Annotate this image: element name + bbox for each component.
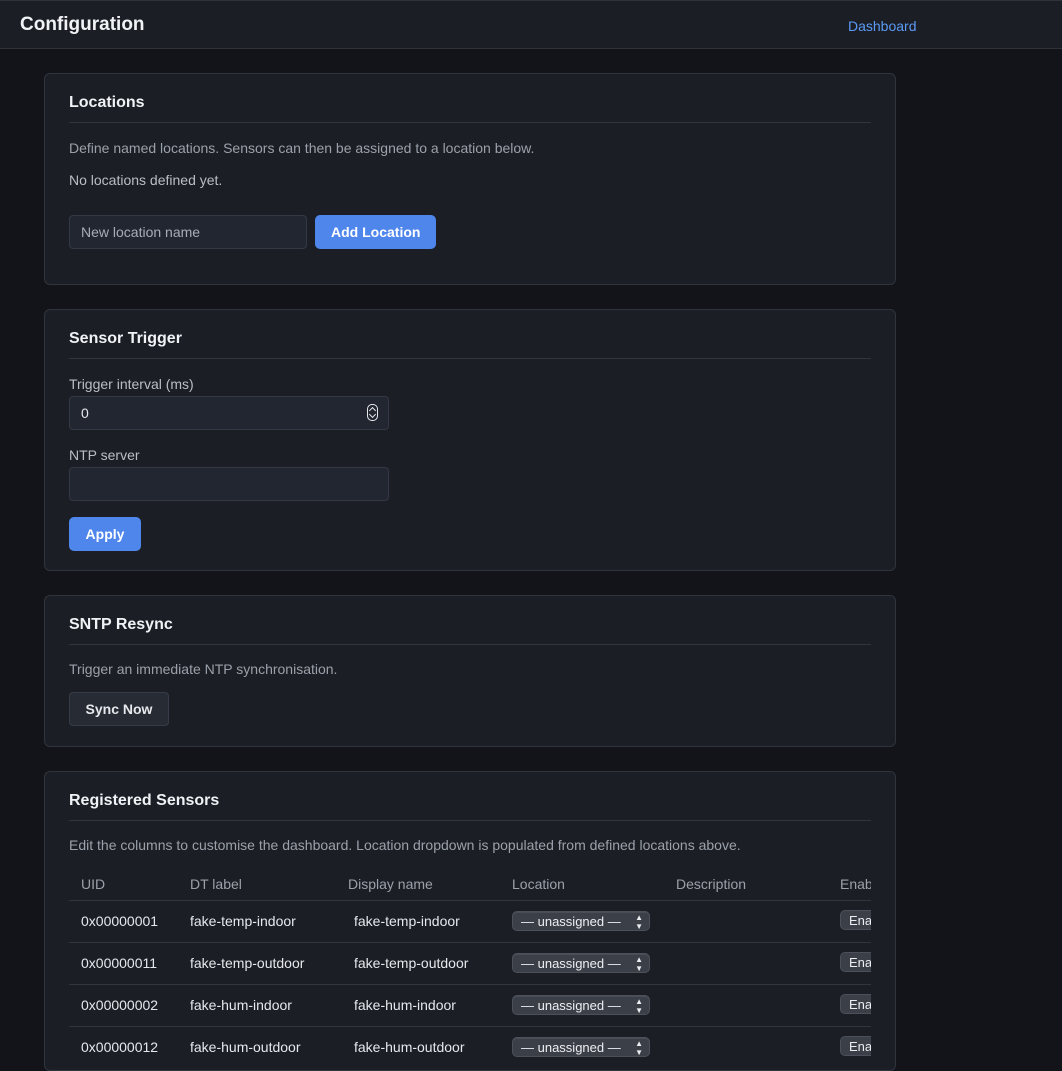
sensor-trigger-card: Sensor Trigger Trigger interval (ms) NTP…: [44, 309, 896, 571]
column-header-location: Location: [500, 868, 664, 901]
number-stepper-icon[interactable]: [367, 404, 378, 421]
apply-button[interactable]: Apply: [69, 517, 141, 551]
trigger-interval-label: Trigger interval (ms): [69, 376, 194, 392]
divider: [69, 358, 871, 359]
sensors-description: Edit the columns to customise the dashbo…: [69, 837, 741, 853]
divider: [69, 644, 871, 645]
location-cell: — unassigned — ▲ ▼: [500, 942, 664, 985]
enable-cell: Ena: [828, 984, 871, 1027]
description-cell[interactable]: [664, 900, 828, 943]
display-name-cell[interactable]: fake-hum-outdoor: [336, 1026, 500, 1068]
location-select[interactable]: — unassigned — ▲ ▼: [512, 953, 650, 973]
uid-cell: 0x00000001: [69, 900, 178, 943]
select-arrows-icon: ▲ ▼: [635, 955, 643, 973]
registered-sensors-card: Registered Sensors Edit the columns to c…: [44, 771, 896, 1071]
locations-empty-text: No locations defined yet.: [69, 172, 223, 188]
sync-now-button[interactable]: Sync Now: [69, 692, 169, 726]
column-header-display-name: Display name: [336, 868, 500, 901]
display-name-value: fake-hum-indoor: [354, 997, 456, 1013]
table-row: 0x00000012 fake-hum-outdoor fake-hum-out…: [69, 1026, 871, 1068]
dt-label-cell: fake-hum-outdoor: [178, 1026, 336, 1068]
location-select-value: — unassigned —: [521, 914, 621, 929]
uid-cell: 0x00000011: [69, 942, 178, 985]
dt-label-cell: fake-hum-indoor: [178, 984, 336, 1027]
sntp-title: SNTP Resync: [69, 616, 173, 633]
uid-cell: 0x00000002: [69, 984, 178, 1027]
dt-label-cell: fake-temp-indoor: [178, 900, 336, 943]
ntp-server-input[interactable]: [69, 467, 389, 501]
locations-card: Locations Define named locations. Sensor…: [44, 73, 896, 285]
location-cell: — unassigned — ▲ ▼: [500, 1026, 664, 1068]
column-header-dt-label: DT label: [178, 868, 336, 901]
location-select-value: — unassigned —: [521, 956, 621, 971]
location-select-value: — unassigned —: [521, 1040, 621, 1055]
location-select-value: — unassigned —: [521, 998, 621, 1013]
trigger-interval-input[interactable]: [69, 396, 389, 430]
table-header-row: UID DT label Display name Location Descr…: [69, 868, 871, 901]
column-header-enable: Enab: [828, 868, 871, 901]
divider: [69, 122, 871, 123]
table-row: 0x00000011 fake-temp-outdoor fake-temp-o…: [69, 942, 871, 985]
display-name-value: fake-hum-outdoor: [354, 1039, 465, 1055]
uid-cell: 0x00000012: [69, 1026, 178, 1068]
display-name-value: fake-temp-outdoor: [354, 955, 469, 971]
select-arrows-icon: ▲ ▼: [635, 1039, 643, 1057]
trigger-interval-field-wrap: [69, 396, 389, 430]
location-cell: — unassigned — ▲ ▼: [500, 900, 664, 943]
table-row: 0x00000001 fake-temp-indoor fake-temp-in…: [69, 900, 871, 943]
divider: [69, 820, 871, 821]
display-name-cell[interactable]: fake-hum-indoor: [336, 984, 500, 1027]
enable-button[interactable]: Ena: [840, 951, 871, 972]
dt-label-cell: fake-temp-outdoor: [178, 942, 336, 985]
select-arrows-icon: ▲ ▼: [635, 997, 643, 1015]
sntp-description: Trigger an immediate NTP synchronisation…: [69, 661, 338, 677]
description-cell[interactable]: [664, 984, 828, 1027]
enable-cell: Ena: [828, 1026, 871, 1068]
page-title: Configuration: [20, 14, 145, 35]
new-location-input[interactable]: [69, 215, 307, 249]
display-name-value: fake-temp-indoor: [354, 913, 460, 929]
dashboard-link[interactable]: Dashboard: [848, 18, 917, 34]
enable-cell: Ena: [828, 942, 871, 985]
locations-description: Define named locations. Sensors can then…: [69, 140, 535, 156]
location-select[interactable]: — unassigned — ▲ ▼: [512, 995, 650, 1015]
enable-button[interactable]: Ena: [840, 1035, 871, 1056]
location-select[interactable]: — unassigned — ▲ ▼: [512, 1037, 650, 1057]
sensor-trigger-title: Sensor Trigger: [69, 330, 182, 347]
location-select[interactable]: — unassigned — ▲ ▼: [512, 911, 650, 931]
enable-button[interactable]: Ena: [840, 909, 871, 930]
sensors-table: UID DT label Display name Location Descr…: [69, 868, 871, 1068]
enable-cell: Ena: [828, 900, 871, 943]
add-location-button[interactable]: Add Location: [315, 215, 437, 249]
sensors-title: Registered Sensors: [69, 792, 220, 809]
ntp-server-label: NTP server: [69, 447, 140, 463]
top-bar: Configuration Dashboard: [0, 0, 1062, 49]
column-header-description: Description: [664, 868, 828, 901]
column-header-uid: UID: [69, 868, 178, 901]
description-cell[interactable]: [664, 1026, 828, 1068]
select-arrows-icon: ▲ ▼: [635, 913, 643, 931]
description-cell[interactable]: [664, 942, 828, 985]
sntp-resync-card: SNTP Resync Trigger an immediate NTP syn…: [44, 595, 896, 747]
display-name-cell[interactable]: fake-temp-outdoor: [336, 942, 500, 985]
display-name-cell[interactable]: fake-temp-indoor: [336, 900, 500, 943]
sensors-table-scroll[interactable]: UID DT label Display name Location Descr…: [69, 868, 871, 1068]
location-cell: — unassigned — ▲ ▼: [500, 984, 664, 1027]
enable-button[interactable]: Ena: [840, 993, 871, 1014]
locations-title: Locations: [69, 94, 145, 111]
table-row: 0x00000002 fake-hum-indoor fake-hum-indo…: [69, 984, 871, 1027]
